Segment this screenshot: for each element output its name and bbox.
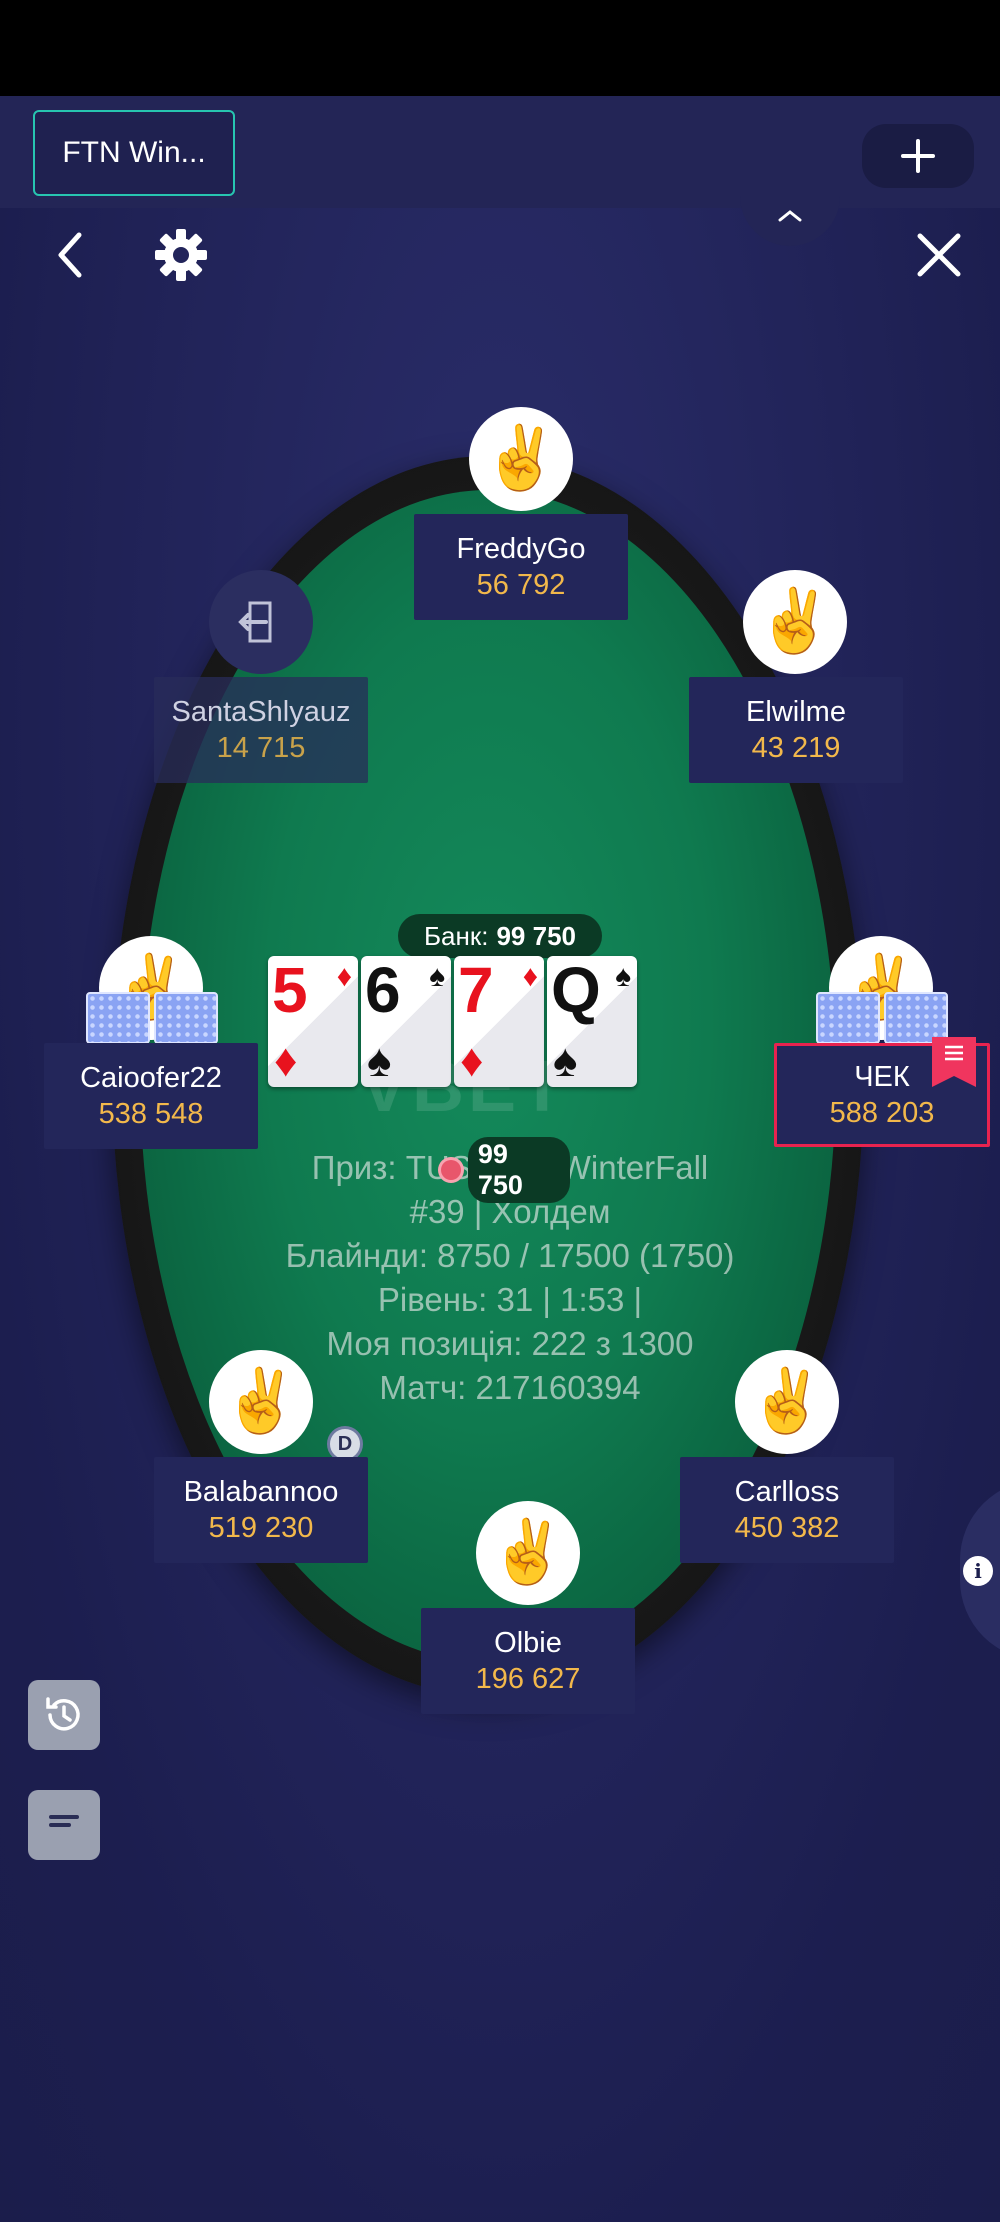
player-name: Caioofer22 xyxy=(80,1062,222,1094)
add-table-button[interactable] xyxy=(862,124,974,188)
player-name: Olbie xyxy=(494,1627,562,1659)
gear-icon xyxy=(155,229,207,281)
history-icon xyxy=(46,1697,80,1731)
hole-cards-hero xyxy=(816,992,948,1044)
player-stack: 519 230 xyxy=(208,1512,314,1544)
spade-icon: ♠ xyxy=(367,1034,392,1086)
spade-icon: ♠ xyxy=(615,960,631,993)
back-button[interactable] xyxy=(40,220,100,290)
close-icon xyxy=(917,233,961,277)
plus-icon xyxy=(901,139,935,173)
collapse-handle[interactable] xyxy=(740,196,840,246)
avatar-olbie[interactable]: ✌️ xyxy=(476,1501,580,1605)
seat-olbie[interactable]: Olbie 196 627 xyxy=(421,1608,635,1714)
board-card-2: 6 ♠ ♠ xyxy=(361,956,451,1087)
player-stack: 588 203 xyxy=(829,1097,935,1129)
seat-elwilme[interactable]: Elwilme 43 219 xyxy=(689,677,903,783)
player-stack: 14 715 xyxy=(216,732,306,764)
seat-balabannoo[interactable]: Balabannoo 519 230 xyxy=(154,1457,368,1563)
player-name: ЧЕК xyxy=(854,1061,910,1093)
spade-icon: ♠ xyxy=(553,1034,578,1086)
center-bet-amount: 99 750 xyxy=(467,1137,570,1203)
avatar-santashlyauz[interactable] xyxy=(209,570,313,674)
table-tab[interactable]: FTN Win... xyxy=(33,110,235,196)
exit-door-icon xyxy=(238,601,272,643)
center-bet: 99 750 xyxy=(438,1137,570,1203)
close-button[interactable] xyxy=(904,220,974,290)
pot-display: Банк: 99 750 xyxy=(398,914,602,958)
card-rank: 7 xyxy=(458,954,494,1026)
pot-label: Банк: xyxy=(423,920,489,951)
player-stack: 56 792 xyxy=(476,569,566,601)
chat-icon xyxy=(42,1805,86,1845)
diamond-icon: ♦ xyxy=(522,960,538,993)
pot-amount: 99 750 xyxy=(496,920,576,951)
status-bar xyxy=(0,0,1000,96)
seat-caioofer22[interactable]: Caioofer22 538 548 xyxy=(44,1043,258,1149)
card-rank: Q xyxy=(551,954,601,1026)
card-back xyxy=(154,992,218,1044)
board-card-3: 7 ♦ ♦ xyxy=(454,956,544,1087)
avatar-freddygo[interactable]: ✌️ xyxy=(469,407,573,511)
position-line: Моя позиція: 222 з 1300 xyxy=(326,1325,694,1362)
player-stack: 196 627 xyxy=(475,1663,581,1695)
card-back xyxy=(86,992,150,1044)
board-card-4: Q ♠ ♠ xyxy=(547,956,637,1087)
player-name: Carlloss xyxy=(734,1476,840,1508)
card-rank: 5 xyxy=(272,954,308,1026)
avatar-elwilme[interactable]: ✌️ xyxy=(743,570,847,674)
diamond-icon: ♦ xyxy=(274,1034,298,1086)
blinds-line: Блайнди: 8750 / 17500 (1750) xyxy=(285,1237,735,1274)
player-stack: 450 382 xyxy=(734,1512,840,1544)
diamond-icon: ♦ xyxy=(336,960,352,993)
chat-button[interactable] xyxy=(28,1790,100,1860)
chip-icon xyxy=(438,1157,464,1183)
community-cards: 5 ♦ ♦ 6 ♠ ♠ 7 ♦ ♦ Q ♠ ♠ xyxy=(268,956,637,1087)
avatar-balabannoo[interactable]: ✌️ xyxy=(209,1350,313,1454)
settings-button[interactable] xyxy=(148,220,214,290)
diamond-icon: ♦ xyxy=(460,1034,484,1086)
info-icon[interactable]: i xyxy=(963,1556,993,1586)
player-name: Balabannoo xyxy=(183,1476,339,1508)
table-tab-label: FTN Win... xyxy=(62,136,206,169)
card-rank: 6 xyxy=(365,954,401,1026)
player-stack: 43 219 xyxy=(751,732,841,764)
player-stack: 538 548 xyxy=(98,1098,204,1130)
spade-icon: ♠ xyxy=(429,960,445,993)
chevron-up-icon xyxy=(778,210,802,222)
match-line: Матч: 217160394 xyxy=(379,1369,641,1406)
player-name: FreddyGo xyxy=(456,533,586,565)
seat-santashlyauz[interactable]: SantaShlyauz 14 715 xyxy=(154,677,368,783)
board-card-1: 5 ♦ ♦ xyxy=(268,956,358,1087)
player-name: Elwilme xyxy=(746,696,846,728)
card-back xyxy=(884,992,948,1044)
seat-freddygo[interactable]: FreddyGo 56 792 xyxy=(414,514,628,620)
player-name: SantaShlyauz xyxy=(171,696,351,728)
menu-lines-icon xyxy=(945,1045,963,1061)
card-back xyxy=(816,992,880,1044)
hand-history-button[interactable] xyxy=(28,1680,100,1750)
tab-strip: FTN Win... xyxy=(0,96,1000,208)
chevron-left-icon xyxy=(58,232,82,278)
poker-app: FTN Win... VBET Банк: 99 750 5 ♦ ♦ 6 ♠ ♠… xyxy=(0,96,1000,2222)
hole-cards-caioofer22 xyxy=(86,992,218,1044)
avatar-carlloss[interactable]: ✌️ xyxy=(735,1350,839,1454)
level-line: Рівень: 31 | 1:53 | xyxy=(377,1281,643,1318)
seat-carlloss[interactable]: Carlloss 450 382 xyxy=(680,1457,894,1563)
